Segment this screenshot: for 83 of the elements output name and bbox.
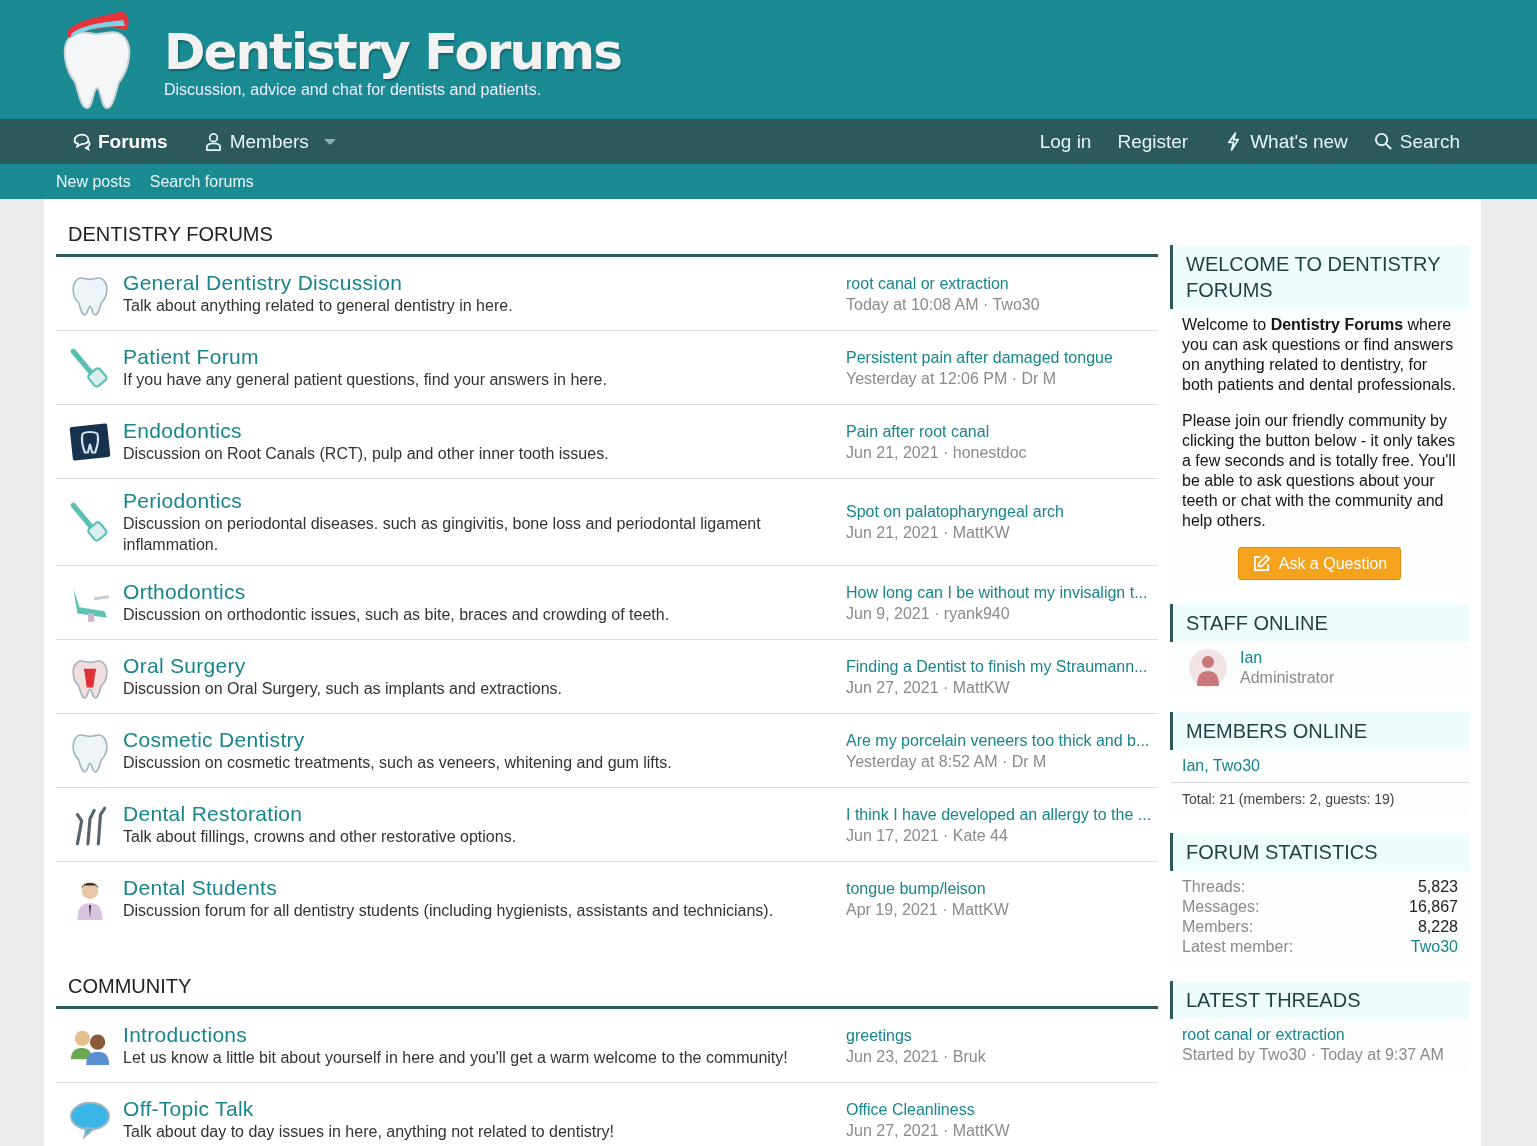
forum-description: Discussion forum for all dentistry students (including hygienists, assistants and technicians). (123, 901, 775, 921)
thread-link[interactable]: root canal or extraction (1182, 1025, 1457, 1045)
edit-icon (1251, 554, 1271, 573)
forum-description: Discussion on Oral Surgery, such as implants and extractions. (123, 679, 563, 699)
caret-icon (323, 137, 336, 146)
last-post-meta: Yesterday at 12:06 PM · Dr M (846, 368, 1058, 389)
block-title: STAFF ONLINE (1170, 604, 1469, 642)
forum-description: Let us know a little bit about yourself in here and you'll get a warm welcome to the community! (123, 1048, 789, 1068)
last-post-link[interactable]: Spot on palatopharyngeal arch (846, 501, 1158, 522)
last-post-link[interactable]: Finding a Dentist to finish my Straumann... (846, 655, 1158, 677)
member-link[interactable]: Ian (1240, 648, 1335, 668)
nav-link[interactable]: Log in (1026, 122, 1105, 161)
subnav-link[interactable]: Search forums (149, 172, 254, 191)
forum-title[interactable]: Dental Students (123, 876, 806, 900)
nav-link[interactable]: What's new (1211, 122, 1361, 161)
last-post-link[interactable]: Persistent pain after damaged tongue (846, 346, 1158, 368)
nav-tab[interactable]: Forums (56, 122, 184, 161)
site-tagline: Discussion, advice and chat for dentists and patients. (164, 80, 543, 99)
chat-icon (72, 132, 91, 151)
last-post-link[interactable]: Pain after root canal (846, 420, 1158, 442)
forum-description: Discussion on cosmetic treatments, such as veneers, whitening and gum lifts. (123, 753, 673, 773)
subnav-link[interactable]: New posts (56, 172, 131, 191)
forum-description: Discussion on Root Canals (RCT), pulp and other inner tooth issues. (123, 444, 610, 464)
block-title: MEMBERS ONLINE (1170, 712, 1469, 750)
forum-title[interactable]: Off-Topic Talk (123, 1097, 806, 1121)
site-title[interactable]: Dentistry Forums (164, 26, 621, 77)
block-title: WELCOME TO DENTISTRY FORUMS (1170, 245, 1469, 309)
stat-value: 16,867 (1409, 897, 1458, 917)
forum-title[interactable]: Periodontics (123, 489, 806, 513)
last-post-meta: Today at 10:08 AM · Two30 (846, 294, 1041, 315)
last-post-link[interactable]: How long can I be without my invisalign t... (846, 581, 1158, 603)
last-post-link[interactable]: tongue bump/leison (846, 877, 1158, 899)
thread-meta: Started by Two30 · Today at 9:37 AM (1182, 1045, 1445, 1065)
nav-tab[interactable]: Members (187, 122, 352, 161)
stat-value: 8,228 (1417, 917, 1458, 937)
forum-title[interactable]: Patient Forum (123, 345, 806, 369)
welcome-text: Welcome to Dentistry Forums where you can ask questions or find answers on anything related to dentistry, for both patients and dental professionals. (1182, 315, 1457, 395)
online-total: Total: 21 (members: 2, guests: 19) (1170, 782, 1469, 815)
forum-description: Discussion on periodontal diseases. such as gingivitis, bone loss and periodontal ligament inflammation. (123, 514, 762, 555)
user-icon (203, 132, 223, 151)
nav-link[interactable]: Search (1360, 122, 1473, 161)
section-title: DENTISTRY FORUMS (56, 219, 1158, 257)
search-icon (1373, 132, 1393, 151)
stat-label: Latest member: (1182, 937, 1294, 957)
forum-title[interactable]: Cosmetic Dentistry (123, 728, 806, 752)
forum-title[interactable]: Endodontics (123, 419, 806, 443)
forum-title[interactable]: Introductions (123, 1023, 806, 1047)
forum-title[interactable]: Oral Surgery (123, 654, 806, 678)
block-title: FORUM STATISTICS (1170, 833, 1469, 871)
forum-description: Talk about day to day issues in here, anything not related to dentistry! (123, 1122, 615, 1142)
avatar-icon (1188, 648, 1228, 688)
stat-label: Threads: (1182, 877, 1246, 897)
last-post-meta: Jun 27, 2021 · MattKW (846, 677, 1011, 698)
section-title: COMMUNITY (56, 971, 1158, 1009)
last-post-meta: Jun 9, 2021 · ryank940 (846, 603, 1011, 624)
last-post-meta: Yesterday at 8:52 AM · Dr M (846, 751, 1048, 772)
last-post-link[interactable]: I think I have developed an allergy to the ... (846, 803, 1158, 825)
stat-label: Members: (1182, 917, 1254, 937)
forum-title[interactable]: Orthodontics (123, 580, 806, 604)
last-post-meta: Jun 27, 2021 · MattKW (846, 1120, 1011, 1141)
stat-label: Messages: (1182, 897, 1260, 917)
last-post-meta: Jun 21, 2021 · honestdoc (846, 442, 1028, 463)
last-post-meta: Apr 19, 2021 · MattKW (846, 899, 1010, 920)
forum-description: Talk about anything related to general dentistry in here. (123, 296, 514, 316)
forum-description: If you have any general patient questions, find your answers in here. (123, 370, 608, 390)
last-post-link[interactable]: greetings (846, 1024, 1158, 1046)
nav-link[interactable]: Register (1104, 122, 1202, 161)
last-post-meta: Jun 17, 2021 · Kate 44 (846, 825, 1009, 846)
forum-title[interactable]: General Dentistry Discussion (123, 271, 806, 295)
welcome-text: Please join our friendly community by clicking the button below - it only takes a few seconds and is totally free. You'll be able to ask questions about your teeth or chat with the community and help others. (1182, 411, 1457, 531)
last-post-link[interactable]: root canal or extraction (846, 272, 1158, 294)
stat-link[interactable]: Two30 (1410, 937, 1458, 957)
last-post-meta: Jun 23, 2021 · Bruk (846, 1046, 987, 1067)
last-post-link[interactable]: Are my porcelain veneers too thick and b... (846, 729, 1158, 751)
last-post-meta: Jun 21, 2021 · MattKW (846, 523, 1011, 543)
member-role: Administrator (1240, 668, 1335, 688)
forum-title[interactable]: Dental Restoration (123, 802, 806, 826)
online-member-names: Ian, Two30 (1182, 757, 1260, 774)
stat-value: 5,823 (1417, 877, 1458, 897)
forum-description: Discussion on orthodontic issues, such as bite, braces and crowding of teeth. (123, 605, 671, 625)
last-post-link[interactable]: Office Cleanliness (846, 1098, 1158, 1120)
forum-description: Talk about fillings, crowns and other restorative options. (123, 827, 518, 847)
block-title: LATEST THREADS (1170, 981, 1469, 1019)
